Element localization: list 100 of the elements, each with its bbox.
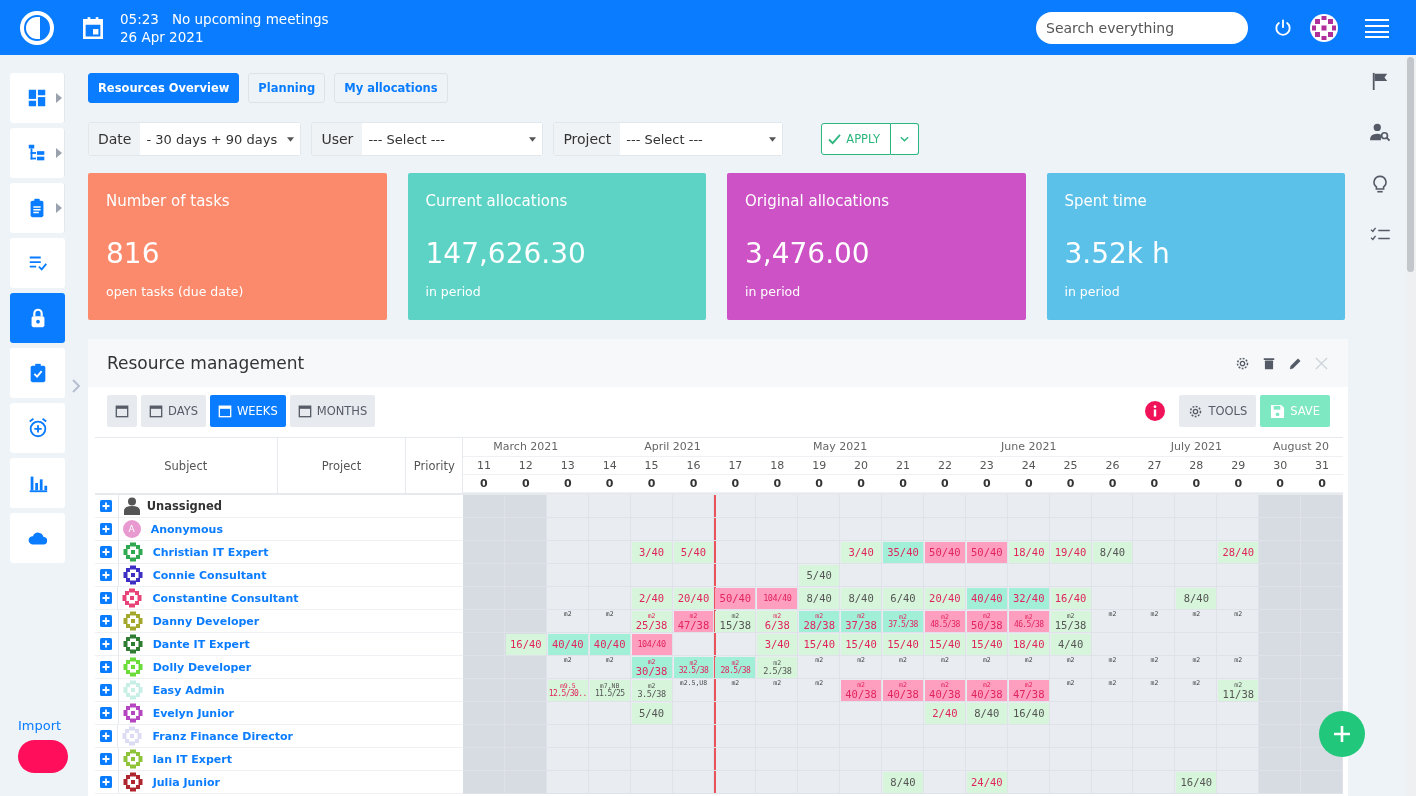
allocation-cell[interactable]: 5/40 [799, 565, 840, 586]
trash-icon[interactable] [1262, 355, 1276, 371]
allocation-cell[interactable]: 2/40 [631, 588, 672, 609]
allocation-cell[interactable]: 20/40 [924, 588, 965, 609]
user-name[interactable]: Evelyn Junior [152, 706, 234, 720]
sidebar-item[interactable] [10, 128, 65, 178]
user-name[interactable]: Franz Finance Director [152, 729, 293, 743]
sidebar-item[interactable] [10, 513, 65, 563]
allocation-cell[interactable]: 15/40 [841, 634, 882, 655]
allocation-cell[interactable]: 8/40 [883, 772, 923, 793]
allocation-cell[interactable]: 16/40 [1050, 588, 1091, 609]
allocation-cell[interactable]: 40/40 [547, 634, 588, 655]
sidebar-item[interactable] [10, 293, 65, 343]
info-icon[interactable] [1145, 401, 1166, 421]
user-name[interactable]: Dolly Developer [152, 660, 252, 674]
sidebar-item[interactable] [10, 73, 65, 123]
apply-button[interactable]: APPLY [821, 123, 892, 155]
expand-icon[interactable] [100, 638, 113, 650]
group-name[interactable]: Unassigned [146, 499, 223, 513]
allocation-cell[interactable]: 50/40 [715, 588, 756, 609]
caret-icon[interactable] [56, 93, 62, 103]
caret-icon[interactable] [56, 203, 62, 213]
tab[interactable]: Resources Overview [88, 73, 240, 103]
settings-icon[interactable] [1235, 355, 1250, 371]
allocation-cell[interactable]: 3/40 [841, 542, 882, 563]
tab[interactable]: My allocations [334, 73, 448, 103]
allocation-cell[interactable]: 50/40 [966, 542, 1007, 563]
allocation-cell[interactable]: 8/40 [841, 588, 882, 609]
expand-icon[interactable] [100, 776, 113, 788]
expand-icon[interactable] [100, 661, 113, 673]
allocation-cell[interactable]: 18/40 [1008, 542, 1049, 563]
calendar-button[interactable] [107, 395, 137, 427]
expand-icon[interactable] [100, 569, 113, 581]
allocation-cell[interactable]: 15/40 [799, 634, 840, 655]
user-name[interactable]: Anonymous [150, 522, 223, 536]
expand-icon[interactable] [100, 730, 113, 742]
lightbulb-icon[interactable] [1371, 174, 1389, 195]
menu-icon[interactable] [1365, 17, 1389, 38]
allocation-cell[interactable]: 20/40 [673, 588, 714, 609]
allocation-cell[interactable]: 19/40 [1050, 542, 1091, 563]
allocation-cell[interactable]: 2/40 [924, 703, 965, 724]
user-name[interactable]: Julia Junior [152, 775, 220, 789]
allocation-cell[interactable]: 28/40 [1218, 542, 1259, 563]
allocation-cell[interactable]: 16/40 [1008, 703, 1049, 724]
allocation-cell[interactable]: 16/40 [505, 634, 546, 655]
column-header[interactable]: Project [277, 438, 407, 493]
search-field[interactable]: Search everything [1036, 11, 1248, 44]
sidebar-item[interactable] [10, 458, 65, 508]
scrollbar-thumb[interactable] [1407, 57, 1414, 272]
tools-button[interactable]: TOOLS [1179, 395, 1257, 427]
allocation-cell[interactable]: 15/40 [883, 634, 923, 655]
allocation-cell[interactable]: 16/40 [1176, 772, 1217, 793]
allocation-cell[interactable]: 8/40 [1092, 542, 1133, 563]
allocation-cell[interactable]: 15/40 [924, 634, 965, 655]
allocation-cell[interactable]: 24/40 [966, 772, 1007, 793]
user-search-icon[interactable] [1370, 122, 1390, 142]
user-name[interactable]: Danny Developer [152, 614, 260, 628]
allocation-cell[interactable]: 4/40 [1050, 634, 1091, 655]
tab[interactable]: Planning [248, 73, 326, 103]
expand-icon[interactable] [100, 523, 113, 535]
column-header[interactable]: Priority [406, 438, 463, 493]
view-button[interactable]: DAYS [141, 395, 206, 427]
expand-icon[interactable] [100, 707, 113, 719]
user-name[interactable]: Constantine Consultant [152, 591, 299, 605]
user-name[interactable]: Christian IT Expert [152, 545, 269, 559]
expand-icon[interactable] [100, 592, 113, 604]
allocation-cell[interactable]: 50/40 [924, 542, 965, 563]
user-name[interactable]: Connie Consultant [152, 568, 267, 582]
allocation-cell[interactable]: 104/40 [631, 634, 672, 655]
sidebar-item[interactable] [10, 238, 65, 288]
sidebar-item[interactable] [10, 348, 65, 398]
expand-icon[interactable] [100, 753, 113, 765]
user-name[interactable]: Easy Admin [152, 683, 225, 697]
dropdown-button[interactable] [891, 123, 920, 155]
allocation-cell[interactable]: 3/40 [631, 542, 672, 563]
view-button[interactable]: MONTHS [289, 395, 376, 427]
sidebar-item[interactable] [10, 183, 65, 233]
allocation-cell[interactable]: 8/40 [799, 588, 840, 609]
allocation-cell[interactable]: 18/40 [1008, 634, 1049, 655]
allocation-cell[interactable]: 5/40 [673, 542, 714, 563]
logo-icon[interactable] [19, 9, 55, 46]
pill-button[interactable] [18, 740, 68, 773]
expand-icon[interactable] [100, 615, 113, 627]
allocation-cell[interactable]: 40/40 [966, 588, 1007, 609]
calendar-icon[interactable] [80, 14, 106, 41]
sidebar-item[interactable] [10, 403, 65, 453]
flag-icon[interactable] [1371, 72, 1389, 90]
power-icon[interactable] [1273, 17, 1293, 38]
allocation-cell[interactable]: 40/40 [589, 634, 630, 655]
avatar-icon[interactable] [1309, 12, 1339, 43]
allocation-cell[interactable]: 5/40 [631, 703, 672, 724]
user-name[interactable]: Ian IT Expert [152, 752, 232, 766]
expand-icon[interactable] [100, 684, 113, 696]
expand-icon[interactable] [100, 500, 113, 512]
view-button[interactable]: WEEKS [209, 395, 286, 427]
checklist-icon[interactable] [1370, 227, 1390, 243]
allocation-cell[interactable]: 8/40 [966, 703, 1007, 724]
add-button[interactable] [1319, 711, 1365, 757]
column-header[interactable]: Subject [95, 438, 278, 493]
expand-icon[interactable] [100, 546, 113, 558]
